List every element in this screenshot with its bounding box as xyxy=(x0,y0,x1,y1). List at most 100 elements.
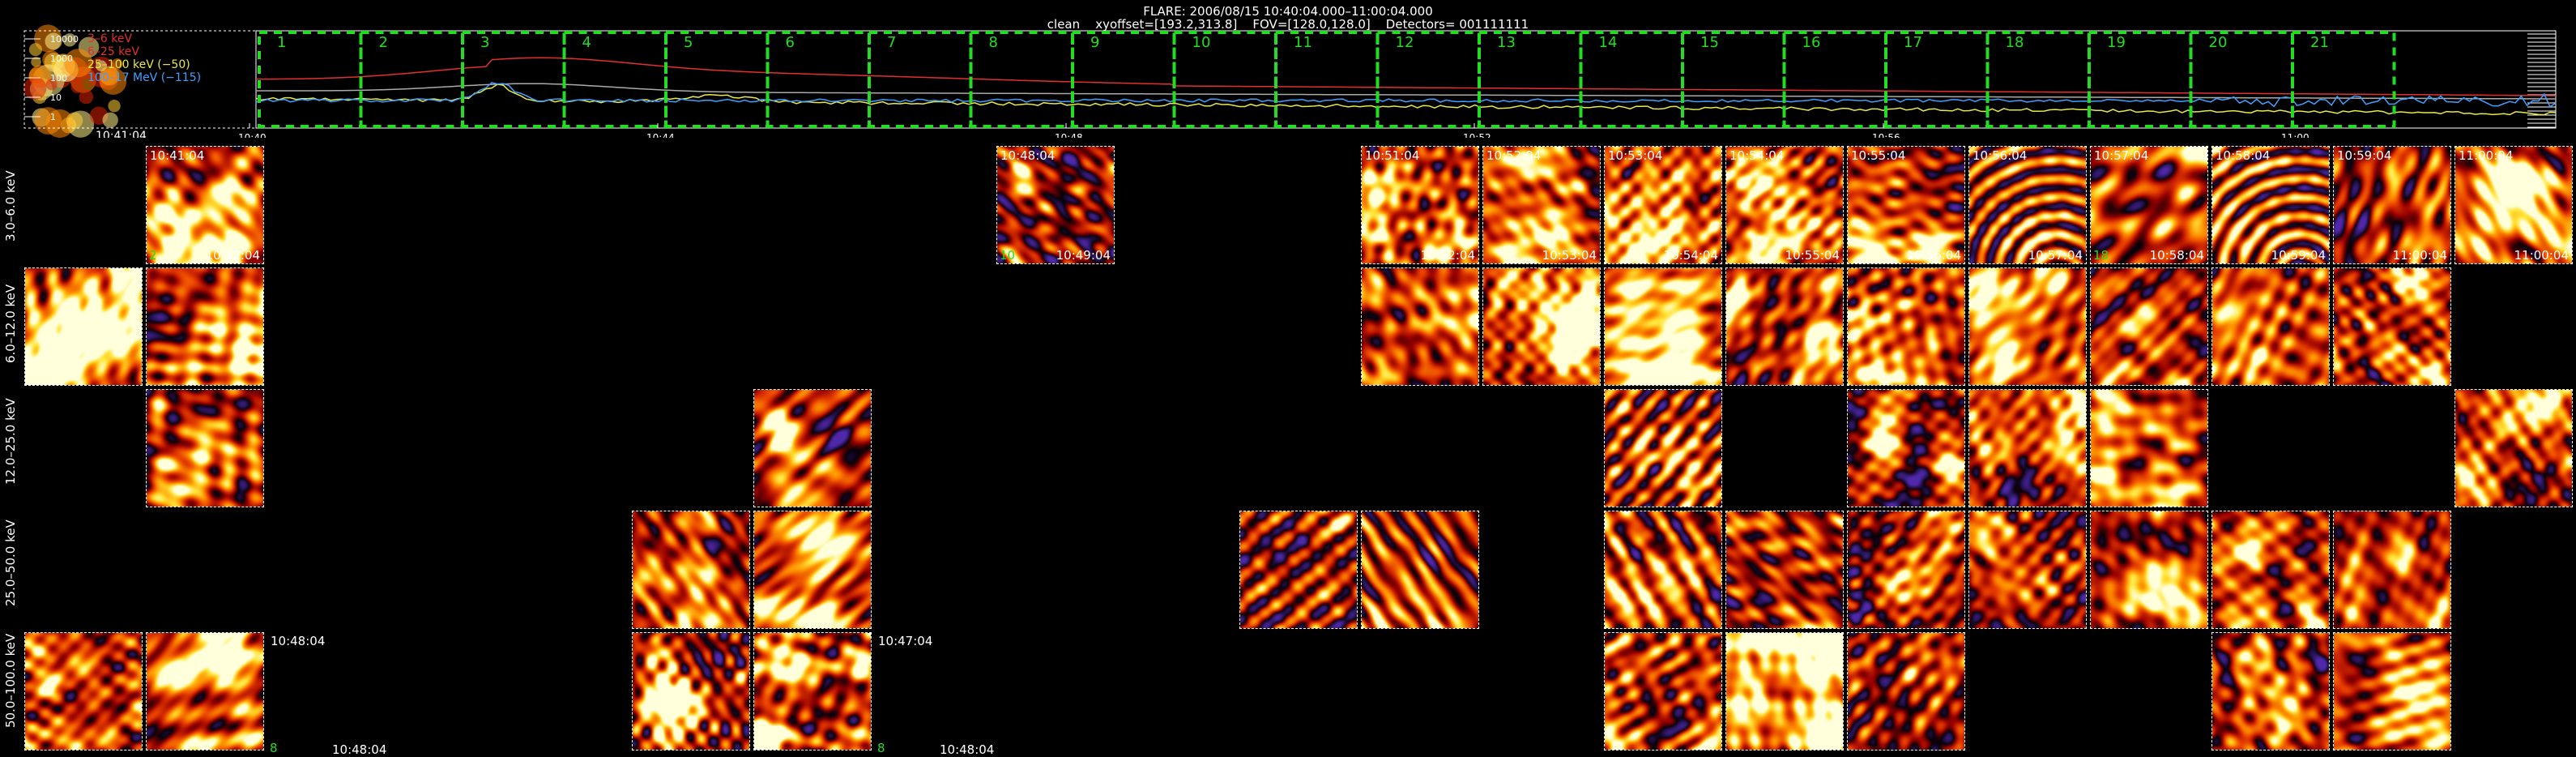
interval-box[interactable] xyxy=(766,31,871,128)
interval-number: 4 xyxy=(582,34,591,51)
clean-image-tile[interactable]: 10:48:04 10:49:04 10 xyxy=(996,146,1115,264)
interval-box[interactable] xyxy=(562,31,667,128)
clean-image-tile[interactable] xyxy=(24,632,143,751)
clean-image-tile[interactable] xyxy=(2333,511,2451,629)
clean-image-tile[interactable] xyxy=(1239,511,1358,629)
clean-image-tile[interactable] xyxy=(1604,511,1722,629)
tile-end-time: 10:42:04 xyxy=(205,248,260,263)
clean-image-tile[interactable]: 10:41:04 10:42:04 2 xyxy=(146,146,264,264)
clean-image-tile[interactable] xyxy=(1847,511,1965,629)
interval-number: 2 xyxy=(379,34,388,51)
tile-image xyxy=(754,633,871,750)
interval-number: 8 xyxy=(989,34,998,51)
interval-box[interactable] xyxy=(1274,31,1380,128)
clean-image-tile[interactable]: 10:52:04 10:53:04 xyxy=(1482,146,1601,264)
clean-image-tile[interactable] xyxy=(2090,389,2208,507)
tile-end-time: 10:56:04 xyxy=(1906,248,1961,263)
energy-band-label: 50.0–100.0 keV xyxy=(3,633,18,728)
tile-end-time: 10:54:04 xyxy=(1663,248,1718,263)
clean-image-tile[interactable] xyxy=(2211,267,2330,386)
clean-image-tile[interactable] xyxy=(1482,267,1601,386)
clean-image-tile[interactable] xyxy=(753,632,872,751)
clean-image-tile[interactable] xyxy=(1725,632,1844,751)
clean-image-tile[interactable]: 10:56:04 10:57:04 xyxy=(1968,146,2087,264)
clean-image-tile[interactable] xyxy=(1968,511,2087,629)
clean-image-tile[interactable] xyxy=(1361,511,1479,629)
clean-image-tile[interactable] xyxy=(2454,389,2573,507)
tile-end-time: 10:57:04 xyxy=(2028,248,2083,263)
lc-legend-entry: 3–6 keV xyxy=(87,32,132,45)
interval-box[interactable] xyxy=(1071,31,1176,128)
clean-image-tile[interactable]: 10:53:04 10:54:04 xyxy=(1604,146,1722,264)
interval-box[interactable] xyxy=(1884,31,1990,128)
clean-image-tile[interactable]: 10:59:04 11:00:04 xyxy=(2333,146,2451,264)
interval-box[interactable] xyxy=(1782,31,1887,128)
tile-end-time: 10:55:04 xyxy=(1785,248,1840,263)
clean-image-tile[interactable] xyxy=(1604,632,1722,751)
tile-image xyxy=(1240,511,1357,628)
clean-image-tile[interactable]: 11:00:04 11:00:04 xyxy=(2454,146,2573,264)
lc-left-tick: 10000 xyxy=(50,34,79,45)
interval-box[interactable] xyxy=(868,31,973,128)
interval-box[interactable] xyxy=(664,31,770,128)
clean-image-tile[interactable] xyxy=(1361,267,1479,386)
tile-start-time: 10:53:04 xyxy=(1608,148,1663,163)
clean-image-tile[interactable] xyxy=(146,389,264,507)
clean-image-tile[interactable] xyxy=(2090,267,2208,386)
tile-image xyxy=(2455,390,2572,507)
clean-image-tile[interactable] xyxy=(2333,267,2451,386)
tile-image xyxy=(1848,268,1964,385)
clean-image-tile[interactable] xyxy=(1847,632,1965,751)
interval-number: 9 xyxy=(1090,34,1099,51)
interval-box[interactable] xyxy=(461,31,566,128)
clean-image-tile[interactable] xyxy=(2211,632,2330,751)
interval-box[interactable] xyxy=(1375,31,1481,128)
clean-image-tile[interactable] xyxy=(632,511,750,629)
clean-image-tile[interactable] xyxy=(146,267,264,386)
clean-image-tile[interactable]: 10:58:04 10:59:04 xyxy=(2211,146,2330,264)
interval-number: 7 xyxy=(887,34,896,51)
tile-interval-number: 2 xyxy=(149,248,157,263)
clean-image-tile[interactable]: 10:51:04 10:52:04 xyxy=(1361,146,1479,264)
clean-image-tile[interactable] xyxy=(753,389,872,507)
interval-number: 20 xyxy=(2209,34,2228,51)
clean-image-tile[interactable]: 10:55:04 10:56:04 xyxy=(1847,146,1965,264)
tile-end-time: 10:53:04 xyxy=(1542,248,1597,263)
interval-box[interactable] xyxy=(1681,31,1786,128)
interval-number: 1 xyxy=(277,34,286,51)
clean-image-tile[interactable] xyxy=(1968,389,2087,507)
tile-start-time: 10:48:04 xyxy=(1000,148,1056,163)
lc-curve-low xyxy=(256,57,2556,96)
clean-image-tile[interactable] xyxy=(146,632,264,751)
interval-box[interactable] xyxy=(359,31,464,128)
clean-image-tile[interactable] xyxy=(1847,389,1965,507)
clean-image-tile[interactable] xyxy=(1725,267,1844,386)
clean-image-tile[interactable] xyxy=(1968,267,2087,386)
clean-image-tile[interactable] xyxy=(1604,389,1722,507)
clean-image-tile[interactable] xyxy=(1847,267,1965,386)
clean-image-tile[interactable]: 10:54:04 10:55:04 xyxy=(1725,146,1844,264)
clean-image-tile[interactable] xyxy=(1604,267,1722,386)
clean-image-tile[interactable]: 10:57:04 10:58:04 18 xyxy=(2090,146,2208,264)
tile-image xyxy=(1969,390,2086,507)
clean-image-tile[interactable] xyxy=(24,267,143,386)
clean-image-tile[interactable] xyxy=(753,511,872,629)
interval-number: 19 xyxy=(2107,34,2126,51)
clean-image-tile[interactable] xyxy=(632,632,750,751)
energy-band-label: 3.0–6.0 keV xyxy=(3,170,18,242)
interval-number: 16 xyxy=(1802,34,1821,51)
interval-box[interactable] xyxy=(1172,31,1277,128)
interval-box[interactable] xyxy=(1985,31,2091,128)
clean-image-tile[interactable] xyxy=(2090,511,2208,629)
interval-box[interactable] xyxy=(1478,31,1583,128)
tile-image xyxy=(1848,390,1964,507)
interval-number: 21 xyxy=(2310,34,2329,51)
interval-box[interactable] xyxy=(1579,31,1684,128)
interval-number: 15 xyxy=(1700,34,1719,51)
clean-image-tile[interactable] xyxy=(2211,511,2330,629)
clean-image-tile[interactable] xyxy=(2333,632,2451,751)
clean-image-tile[interactable] xyxy=(1725,511,1844,629)
tile-image xyxy=(1605,511,1721,628)
lc-left-tick: 1000 xyxy=(50,53,73,64)
tile-image xyxy=(2212,268,2329,385)
